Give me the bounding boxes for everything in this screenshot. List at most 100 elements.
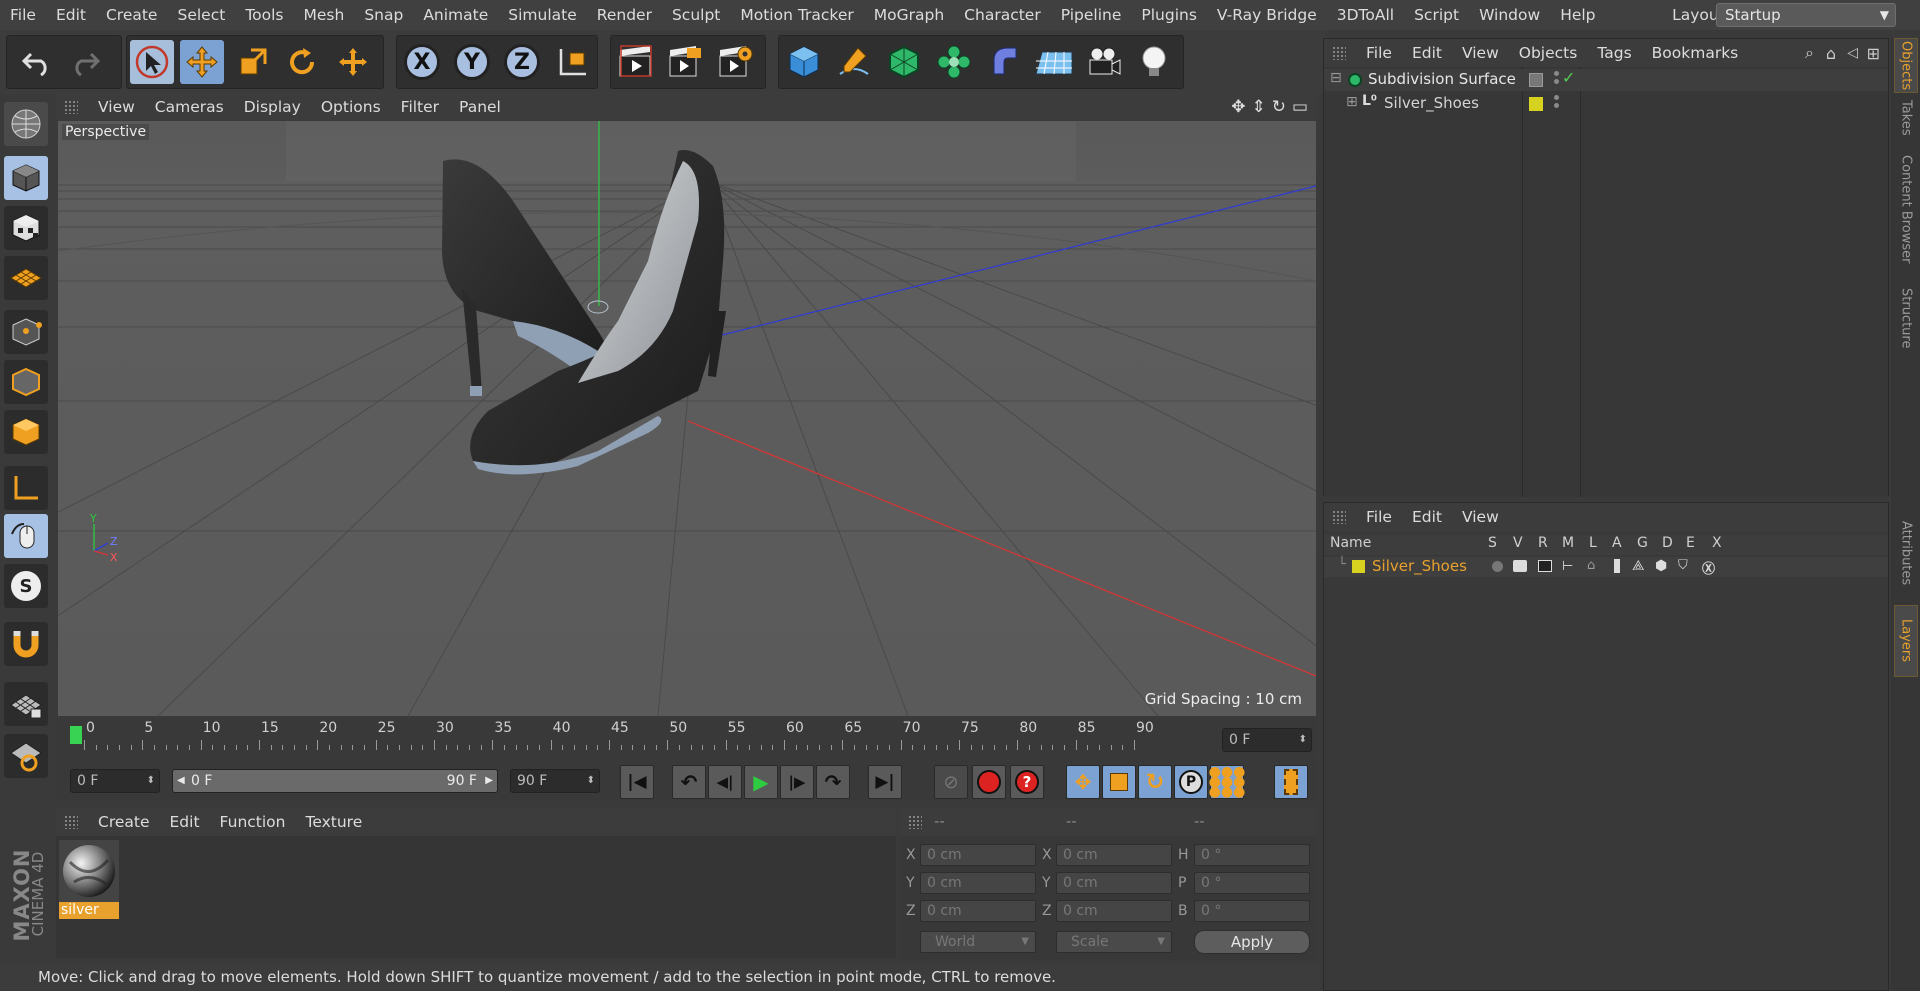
panel-grip-icon[interactable] [1332, 510, 1346, 524]
solo-button[interactable]: S [4, 564, 48, 608]
current-frame-field[interactable]: 0 F ⬍ [1222, 728, 1312, 752]
range-left-arrow-icon[interactable]: ◀ [177, 770, 185, 792]
tweak-mode-button[interactable] [4, 514, 48, 558]
menu-pipeline[interactable]: Pipeline [1051, 0, 1132, 30]
make-editable-button[interactable] [4, 102, 48, 146]
pos-z-field[interactable]: 0 cm [920, 900, 1036, 922]
move-tool-button[interactable] [180, 40, 224, 84]
render-to-picture-viewer-button[interactable] [664, 40, 708, 84]
axis-mode-button[interactable] [4, 466, 48, 510]
om-menu-tags[interactable]: Tags [1587, 38, 1641, 68]
tab-takes[interactable]: Takes [1894, 94, 1918, 142]
viewport-menu-display[interactable]: Display [234, 92, 311, 122]
tab-content-browser[interactable]: Content Browser [1894, 144, 1918, 274]
scale-key-toggle[interactable] [1102, 765, 1136, 799]
tab-attributes[interactable]: Attributes [1894, 503, 1918, 603]
previous-key-button[interactable]: ↶ [672, 765, 706, 799]
min-time-field[interactable]: 0 F ⬍ [70, 769, 160, 793]
col-xrefs[interactable]: X [1712, 535, 1722, 551]
menu-file[interactable]: File [0, 0, 46, 30]
generator-icon[interactable]: ⟁ [1632, 558, 1645, 574]
go-to-end-button[interactable]: ▶| [868, 765, 902, 799]
size-mode-dropdown[interactable]: Scale ▼ [1056, 931, 1172, 953]
layer-row-silver-shoes[interactable]: └ Silver_Shoes ⊢ ⌂ ⟁ ⬢ ⛉ Ⓧ [1324, 557, 1888, 577]
col-name[interactable]: Name [1330, 535, 1371, 551]
preview-range-slider[interactable]: ◀ 0 F 90 F ▶ [172, 769, 498, 793]
workplane-rotate-button[interactable] [4, 734, 48, 778]
collapse-icon[interactable]: ⊟ [1330, 70, 1342, 86]
lock-icon[interactable]: ⌂ [1587, 558, 1595, 573]
enabled-check-icon[interactable]: ✓ [1562, 68, 1575, 87]
back-icon[interactable]: ◁ [1847, 45, 1858, 61]
panel-grip-icon[interactable] [1332, 46, 1346, 60]
new-view-icon[interactable]: ⊞ [1867, 44, 1880, 63]
col-expressions[interactable]: E [1686, 535, 1695, 551]
menu-mograph[interactable]: MoGraph [864, 0, 954, 30]
z-axis-lock-button[interactable]: Z [500, 40, 544, 84]
viewport-menu-panel[interactable]: Panel [449, 92, 511, 122]
menu-3dtoall[interactable]: 3DToAll [1327, 0, 1404, 30]
menu-help[interactable]: Help [1550, 0, 1605, 30]
next-frame-button[interactable]: |▶ [780, 765, 814, 799]
rot-p-field[interactable]: 0 ° [1194, 872, 1310, 894]
workplane-lock-button[interactable] [4, 682, 48, 726]
viewport-menu-options[interactable]: Options [311, 92, 391, 122]
timeline-ruler[interactable]: 0 5 10 15 20 25 30 35 40 45 50 55 60 65 70 75 80 85 90 0 F… [56, 718, 1316, 758]
rotate-view-icon[interactable]: ↻ [1272, 97, 1286, 117]
layer-color-swatch[interactable] [1352, 560, 1365, 573]
keyframe-selection-button[interactable]: ? [1010, 765, 1044, 799]
model-mode-button[interactable] [4, 156, 48, 200]
col-manager[interactable]: M [1562, 535, 1574, 551]
expand-icon[interactable]: ⊞ [1346, 94, 1358, 110]
col-solo[interactable]: S [1488, 535, 1497, 551]
search-icon[interactable]: ⌕ [1805, 43, 1814, 63]
tab-layers[interactable]: Layers [1894, 605, 1918, 677]
y-axis-lock-button[interactable]: Y [450, 40, 494, 84]
menu-mesh[interactable]: Mesh [294, 0, 355, 30]
col-render[interactable]: R [1538, 535, 1548, 551]
deformer-button[interactable] [982, 40, 1026, 84]
scale-tool-button[interactable] [231, 40, 275, 84]
redo-button[interactable] [63, 40, 107, 84]
pos-y-field[interactable]: 0 cm [920, 872, 1036, 894]
play-button[interactable]: ▶ [744, 765, 778, 799]
material-menu-edit[interactable]: Edit [160, 807, 210, 837]
next-key-button[interactable]: ↷ [816, 765, 850, 799]
playhead[interactable] [70, 726, 82, 744]
home-icon[interactable]: ⌂ [1826, 44, 1836, 63]
position-key-toggle[interactable]: ✥ [1066, 765, 1100, 799]
lm-menu-view[interactable]: View [1452, 502, 1509, 532]
rot-h-field[interactable]: 0 ° [1194, 844, 1310, 866]
menu-animate[interactable]: Animate [413, 0, 498, 30]
render-settings-button[interactable] [714, 40, 758, 84]
max-time-field[interactable]: 90 F ⬍ [510, 769, 600, 793]
col-generators[interactable]: G [1637, 535, 1648, 551]
render-view-button[interactable] [614, 40, 658, 84]
coordinate-mode-dropdown[interactable]: World ▼ [920, 931, 1036, 953]
menu-select[interactable]: Select [167, 0, 235, 30]
spinner-icon[interactable]: ⬍ [147, 770, 155, 792]
timeline-window-button[interactable] [1274, 765, 1308, 799]
pos-x-field[interactable]: 0 cm [920, 844, 1036, 866]
menu-character[interactable]: Character [954, 0, 1051, 30]
size-x-field[interactable]: 0 cm [1056, 844, 1172, 866]
texture-mode-button[interactable] [4, 206, 48, 250]
menu-plugins[interactable]: Plugins [1131, 0, 1207, 30]
size-y-field[interactable]: 0 cm [1056, 872, 1172, 894]
material-menu-function[interactable]: Function [210, 807, 296, 837]
recent-tool-button[interactable] [331, 40, 375, 84]
expression-icon[interactable]: ⛉ [1678, 558, 1688, 573]
menu-sculpt[interactable]: Sculpt [662, 0, 730, 30]
menu-vray-bridge[interactable]: V-Ray Bridge [1207, 0, 1327, 30]
parameter-key-toggle[interactable]: P [1174, 765, 1208, 799]
polygons-mode-button[interactable] [4, 410, 48, 454]
menu-script[interactable]: Script [1404, 0, 1469, 30]
workplane-mode-button[interactable] [4, 256, 48, 300]
layer-color-swatch[interactable] [1529, 97, 1543, 111]
tab-objects[interactable]: Objects [1894, 38, 1918, 93]
panel-grip-icon[interactable] [64, 100, 78, 114]
previous-frame-button[interactable]: ◀| [708, 765, 742, 799]
camera-button[interactable] [1082, 40, 1126, 84]
autokeying-button[interactable] [972, 765, 1006, 799]
maximize-view-icon[interactable]: ▭ [1292, 97, 1308, 117]
